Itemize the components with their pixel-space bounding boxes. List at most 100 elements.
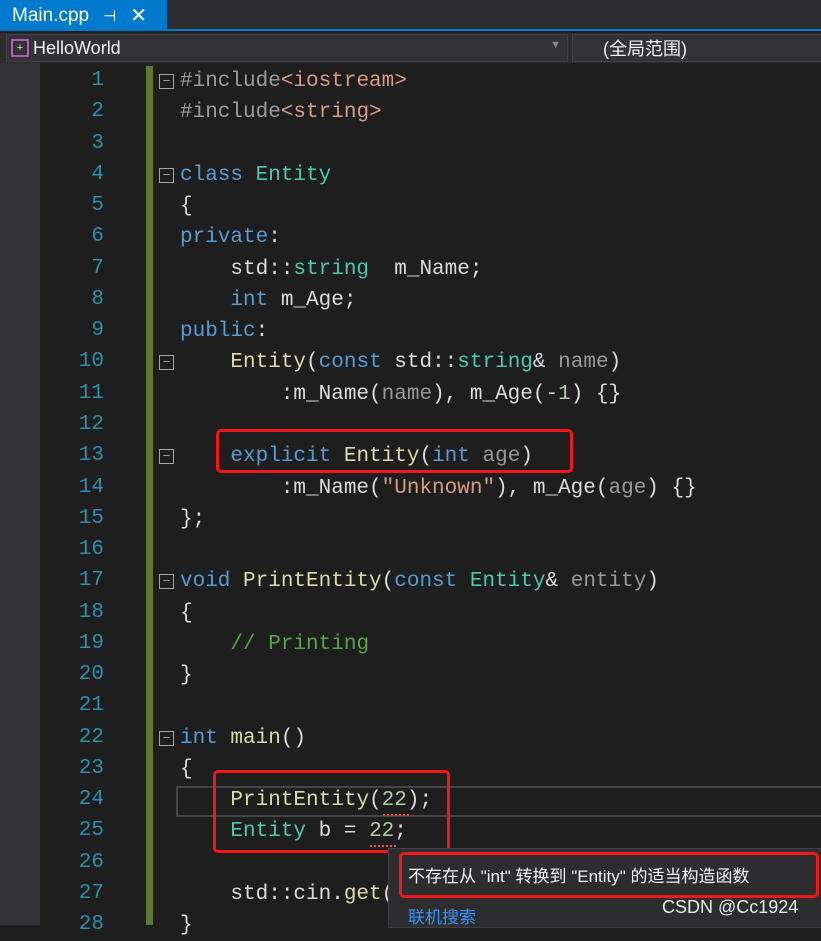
code-token: void bbox=[180, 570, 244, 594]
tab-title: Main.cpp bbox=[12, 4, 90, 26]
code-line[interactable]: Entity(const std::string& name) bbox=[180, 347, 621, 378]
code-token: { bbox=[180, 601, 193, 625]
code-line[interactable]: std::cin.get( bbox=[180, 879, 394, 910]
code-token: { bbox=[180, 757, 193, 781]
code-line[interactable]: }; bbox=[180, 504, 205, 535]
code-token: }; bbox=[180, 507, 206, 531]
navigation-bar: + HelloWorld ▼ (全局范围) bbox=[0, 33, 821, 63]
code-line[interactable]: } bbox=[180, 660, 193, 691]
code-token: // Printing bbox=[230, 632, 370, 656]
code-token: ( bbox=[306, 351, 319, 375]
line-number: 12 bbox=[78, 412, 104, 436]
code-token: std::cin. bbox=[180, 883, 344, 907]
fold-toggle-icon[interactable]: − bbox=[159, 74, 174, 89]
code-line[interactable]: int main() bbox=[180, 723, 306, 754]
error-squiggle bbox=[383, 812, 409, 816]
code-line[interactable]: { bbox=[180, 191, 193, 222]
code-token: { bbox=[180, 195, 193, 219]
line-number: 23 bbox=[78, 756, 104, 780]
code-token: : bbox=[255, 320, 269, 344]
code-line[interactable]: void PrintEntity(const Entity& entity) bbox=[180, 566, 659, 597]
code-token: ), m_Age( bbox=[432, 382, 546, 406]
code-token: ) {} bbox=[646, 476, 697, 500]
fold-toggle-icon[interactable]: − bbox=[159, 449, 174, 465]
pin-icon[interactable]: ⊣ bbox=[103, 7, 116, 25]
code-token: & bbox=[532, 351, 559, 375]
code-token: main bbox=[230, 726, 281, 750]
code-token: int bbox=[180, 726, 231, 750]
fold-toggle-icon[interactable]: − bbox=[159, 167, 174, 183]
code-token: () bbox=[280, 726, 307, 750]
code-token: <string> bbox=[280, 101, 382, 125]
line-number: 20 bbox=[78, 663, 104, 687]
code-token: ), m_Age( bbox=[495, 476, 609, 500]
fold-toggle-icon[interactable]: − bbox=[159, 730, 174, 746]
code-token: Entity bbox=[230, 351, 307, 375]
code-token: std:: bbox=[180, 257, 294, 281]
scope-dropdown[interactable]: (全局范围) bbox=[572, 34, 821, 62]
line-number: 10 bbox=[78, 350, 104, 374]
line-number: 15 bbox=[78, 506, 104, 530]
line-number: 2 bbox=[91, 100, 104, 124]
code-line[interactable]: int m_Age; bbox=[180, 285, 356, 316]
code-token: #include bbox=[180, 70, 281, 93]
code-token: ) bbox=[646, 570, 659, 594]
highlight-box-calls bbox=[213, 770, 450, 853]
code-token: public bbox=[180, 320, 256, 344]
code-line[interactable]: private: bbox=[180, 222, 281, 253]
code-line[interactable]: class Entity bbox=[180, 160, 331, 191]
close-icon[interactable]: ✕ bbox=[130, 3, 147, 28]
code-line[interactable]: // Printing bbox=[180, 629, 369, 660]
line-number: 3 bbox=[91, 131, 104, 155]
scope-name: (全局范围) bbox=[603, 39, 687, 59]
code-token: "Unknown" bbox=[381, 476, 496, 500]
fold-toggle-icon[interactable]: − bbox=[159, 574, 174, 590]
line-number: 5 bbox=[91, 194, 104, 218]
code-token: const bbox=[318, 351, 382, 375]
code-line[interactable]: :m_Name(name), m_Age(-1) {} bbox=[180, 379, 621, 410]
line-number: 11 bbox=[78, 381, 104, 405]
code-token: int bbox=[230, 288, 269, 312]
code-token: class bbox=[180, 163, 256, 187]
line-number: 7 bbox=[91, 256, 104, 280]
code-token: ) bbox=[608, 351, 622, 375]
code-token: ( bbox=[381, 570, 395, 594]
line-number: 26 bbox=[78, 850, 104, 874]
code-line[interactable]: } bbox=[180, 910, 193, 941]
error-squiggle bbox=[370, 843, 396, 847]
code-token: PrintEntity bbox=[243, 570, 382, 594]
code-token: } bbox=[180, 914, 193, 938]
code-token: get bbox=[343, 883, 382, 907]
error-message: 不存在从 "int" 转换到 "Entity" 的适当构造函数 bbox=[408, 867, 750, 886]
code-token: std:: bbox=[381, 351, 458, 375]
line-number: 9 bbox=[91, 319, 104, 343]
line-number: 25 bbox=[78, 819, 104, 843]
line-number: 24 bbox=[78, 788, 104, 812]
code-line[interactable]: #include<string> bbox=[180, 97, 382, 128]
code-line[interactable]: #include<iostream> bbox=[180, 66, 407, 97]
fold-toggle-icon[interactable]: − bbox=[159, 355, 174, 371]
change-tracking-bar bbox=[146, 66, 153, 925]
code-token: name bbox=[558, 351, 609, 375]
code-line[interactable]: public: bbox=[180, 316, 268, 347]
online-search-link[interactable]: 联机搜索 bbox=[408, 903, 476, 928]
line-number: 16 bbox=[78, 538, 104, 562]
line-number: 19 bbox=[78, 631, 104, 655]
glyph-margin bbox=[0, 63, 40, 925]
project-dropdown[interactable]: + HelloWorld ▼ bbox=[6, 34, 568, 62]
tab-main-cpp[interactable]: Main.cpp ⊣ ✕ bbox=[0, 0, 167, 31]
code-token: Entity bbox=[469, 570, 546, 594]
line-number: 13 bbox=[78, 444, 104, 468]
code-line[interactable]: { bbox=[180, 598, 193, 629]
code-line[interactable]: std::string m_Name; bbox=[180, 254, 482, 285]
code-line[interactable]: { bbox=[180, 754, 193, 785]
code-line[interactable]: :m_Name("Unknown"), m_Age(age) {} bbox=[180, 473, 697, 504]
code-token: private bbox=[180, 226, 269, 250]
code-token: ) {} bbox=[570, 382, 622, 406]
code-token: Entity bbox=[255, 163, 332, 187]
code-token: -1 bbox=[545, 382, 571, 406]
code-token: :m_Name( bbox=[180, 382, 382, 406]
